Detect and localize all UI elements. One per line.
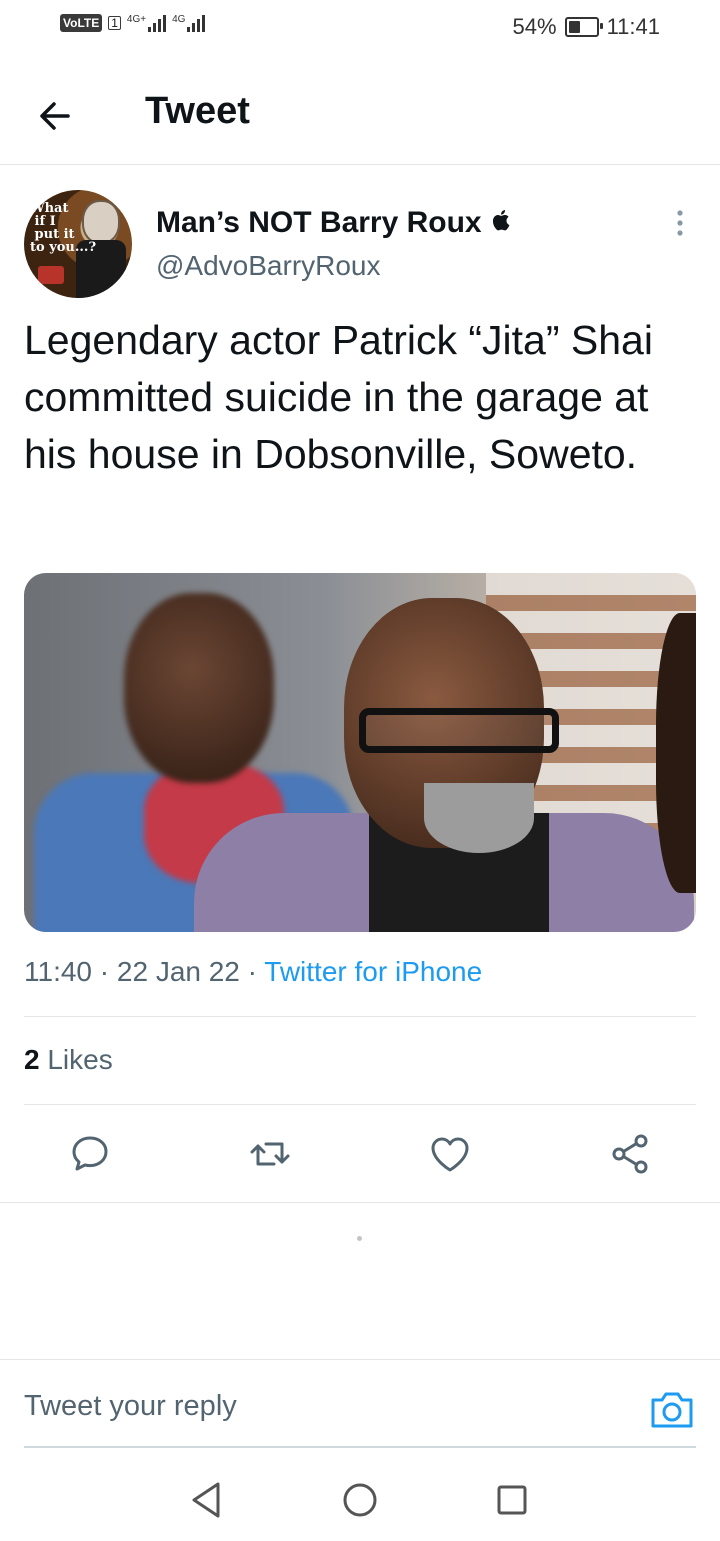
page-title: Tweet [145, 90, 250, 132]
signal-bars-icon [187, 14, 206, 32]
display-name[interactable]: Man’s NOT Barry Roux [156, 206, 510, 240]
divider [24, 1016, 696, 1017]
volte-badge: VoLTE [60, 14, 103, 32]
tweet-actions [0, 1126, 720, 1182]
battery-percent: 54% [512, 14, 557, 39]
tweet-time: 11:40 [24, 956, 92, 987]
apple-icon [490, 206, 510, 240]
nav-back-icon[interactable] [184, 1478, 228, 1522]
tweet-meta: 11:40 · 22 Jan 22 · Twitter for iPhone [24, 956, 483, 987]
likes-count[interactable]: 2 Likes [24, 1044, 113, 1076]
camera-icon[interactable] [649, 1388, 695, 1432]
sim-indicator: 1 [108, 16, 121, 30]
reply-icon[interactable] [68, 1132, 112, 1176]
system-nav-bar [0, 1460, 720, 1541]
arrow-left-icon[interactable] [34, 94, 78, 138]
status-bar: VoLTE 1 4G+ 4G 54% 11:41 [0, 0, 720, 56]
avatar[interactable]: What if I put it to you...? [24, 190, 132, 298]
more-options-icon[interactable] [668, 208, 692, 238]
reply-underline [24, 1446, 696, 1448]
tweet-date: 22 Jan 22 [116, 956, 240, 987]
clock: 11:41 [606, 14, 660, 39]
status-left: VoLTE 1 4G+ 4G [60, 14, 206, 32]
reply-input[interactable]: Tweet your reply [24, 1390, 237, 1423]
loading-dot [357, 1236, 362, 1241]
tweet-source-link[interactable]: Twitter for iPhone [264, 956, 482, 987]
status-right: 54% 11:41 [513, 14, 660, 40]
conversation-area [0, 1202, 720, 1360]
signal-bars-icon [148, 14, 167, 32]
tweet-image[interactable] [24, 573, 696, 932]
share-icon[interactable] [608, 1132, 652, 1176]
tweet-text: Legendary actor Patrick “Jita” Shai comm… [24, 317, 653, 477]
retweet-icon[interactable] [248, 1132, 292, 1176]
top-app-bar: Tweet [0, 60, 720, 165]
signal-2: 4G [172, 14, 206, 32]
divider [24, 1104, 696, 1105]
nav-home-icon[interactable] [338, 1478, 382, 1522]
user-handle[interactable]: @AdvoBarryRoux [156, 250, 381, 282]
battery-icon [564, 17, 603, 37]
signal-1: 4G+ [127, 14, 167, 32]
avatar-caption: What if I put it to you...? [30, 201, 97, 255]
like-icon[interactable] [428, 1132, 472, 1176]
nav-recents-icon[interactable] [490, 1478, 534, 1522]
